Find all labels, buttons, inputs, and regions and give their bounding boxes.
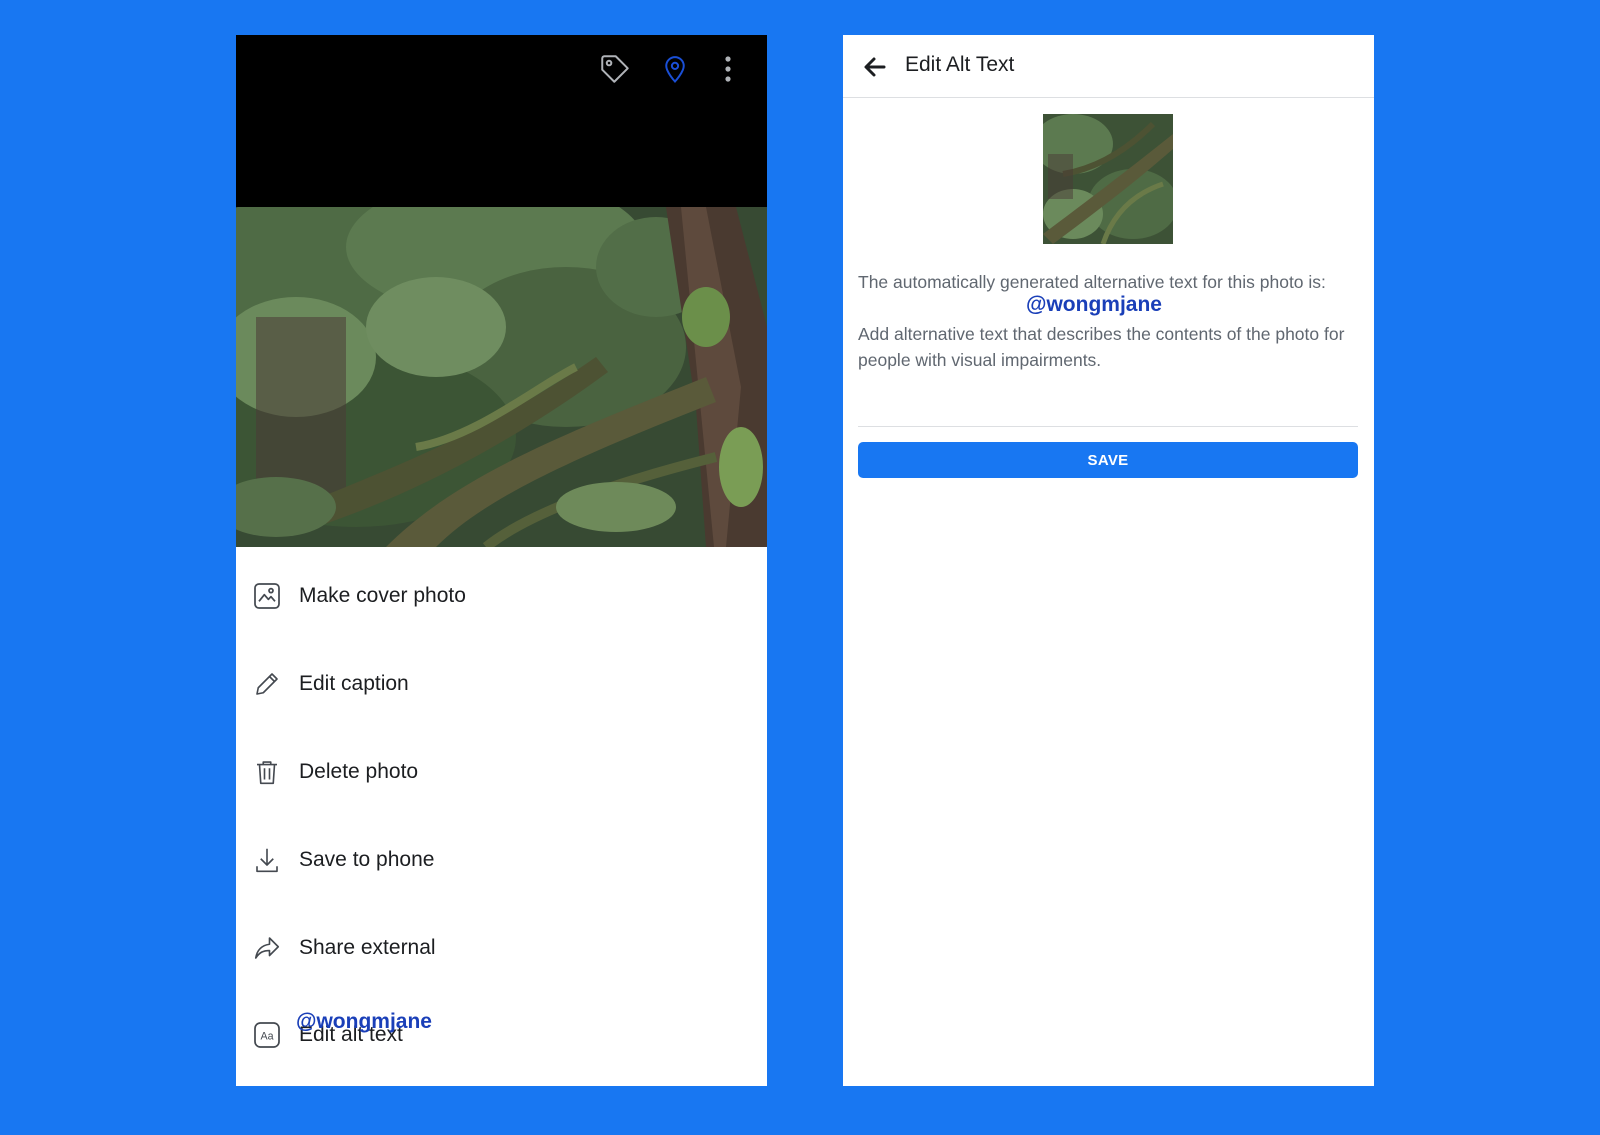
save-button[interactable]: SAVE (858, 442, 1358, 478)
edit-caption-label: Edit caption (299, 672, 409, 695)
share-icon (250, 931, 284, 965)
edit-alt-text-screen: Edit Alt Text The automatically generate… (843, 35, 1374, 1086)
auto-alt-text-label: The automatically generated alternative … (858, 272, 1326, 292)
location-pin-icon[interactable] (655, 49, 695, 89)
tag-icon[interactable] (595, 49, 635, 89)
alt-text-icon: Aa (250, 1018, 284, 1052)
share-external-label: Share external (299, 936, 436, 959)
share-external-item[interactable]: Share external (236, 904, 767, 992)
watermark-text: @wongmjane (1026, 293, 1162, 316)
edit-caption-item[interactable]: Edit caption (236, 640, 767, 728)
page-title: Edit Alt Text (905, 53, 1015, 76)
download-icon (250, 843, 284, 877)
edit-alt-text-item[interactable]: Aa Edit alt text (236, 991, 767, 1079)
save-to-phone-label: Save to phone (299, 848, 435, 871)
back-arrow-icon[interactable] (859, 51, 891, 83)
alt-text-instructions: Add alternative text that describes the … (858, 324, 1345, 370)
delete-photo-item[interactable]: Delete photo (236, 728, 767, 816)
make-cover-photo-label: Make cover photo (299, 584, 466, 607)
cover-photo-icon (250, 579, 284, 613)
delete-photo-label: Delete photo (299, 760, 419, 783)
photo-thumbnail (1043, 114, 1173, 244)
trash-icon (250, 755, 284, 789)
photo-options-screen: Make cover photo Edit caption Delete pho… (236, 35, 767, 1086)
alt-text-input[interactable] (858, 395, 1358, 427)
forest-photo[interactable] (236, 207, 767, 547)
top-bar: Edit Alt Text (843, 35, 1374, 98)
watermark-text: @wongmjane (296, 1010, 432, 1033)
more-vertical-icon[interactable] (708, 49, 748, 89)
save-to-phone-item[interactable]: Save to phone (236, 816, 767, 904)
svg-text:Aa: Aa (260, 1031, 273, 1043)
photo-header-bar (236, 35, 767, 207)
make-cover-photo-item[interactable]: Make cover photo (236, 552, 767, 640)
pencil-icon (250, 667, 284, 701)
